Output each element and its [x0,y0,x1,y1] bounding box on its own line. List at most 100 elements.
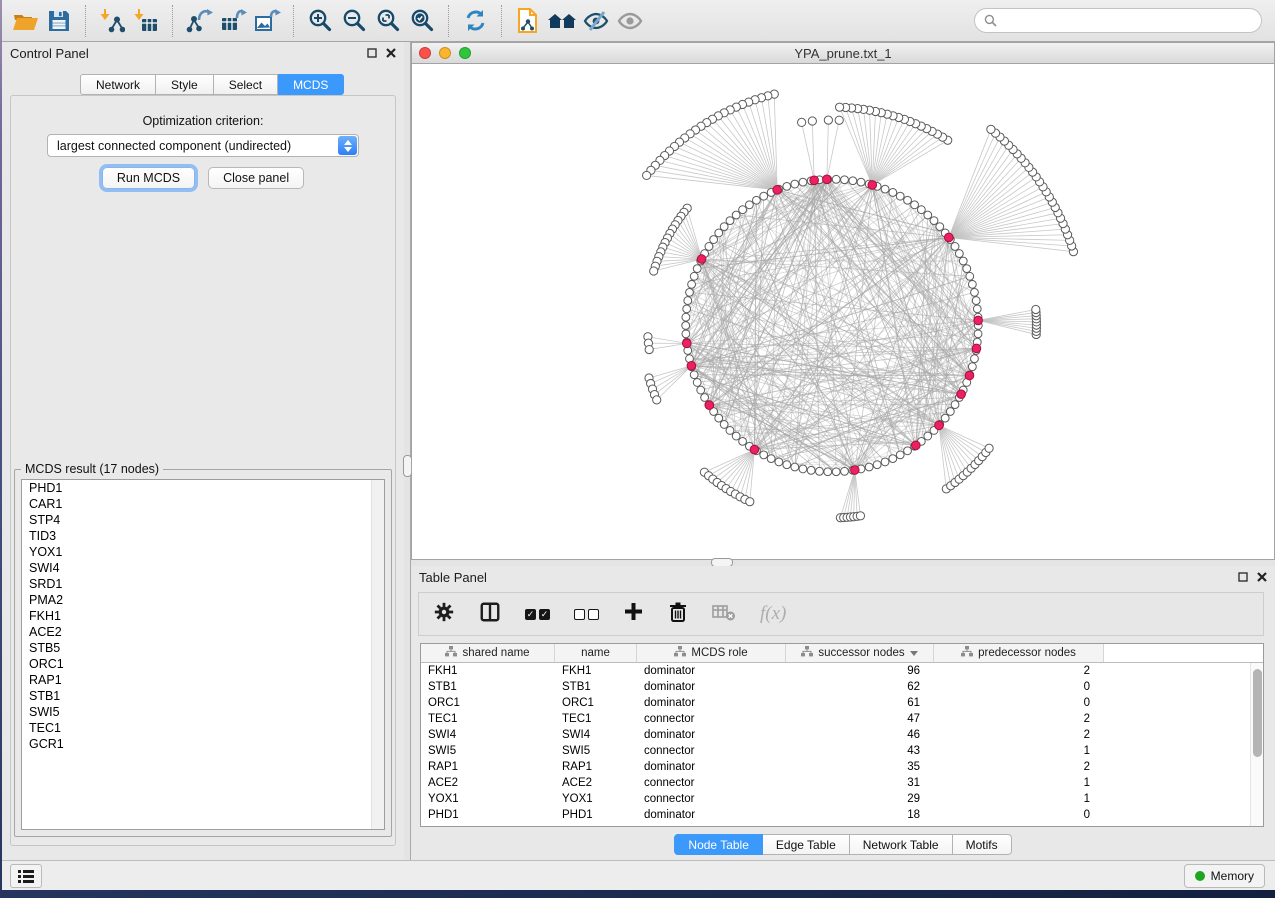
cell-shared-name[interactable]: SWI4 [421,727,555,743]
cell-mcds-role[interactable]: dominator [637,759,786,775]
mcds-result-item[interactable]: PHD1 [22,480,384,496]
cell-predecessor-nodes[interactable]: 1 [934,775,1104,791]
table-row[interactable]: RAP1RAP1dominator352 [421,759,1263,775]
tab-style[interactable]: Style [156,74,214,95]
table-scrollbar-thumb[interactable] [1253,669,1262,757]
export-table-icon[interactable] [216,4,250,38]
mcds-result-item[interactable]: SRD1 [22,576,384,592]
cell-shared-name[interactable]: FKH1 [421,663,555,679]
columns-icon[interactable] [479,601,501,628]
home-networks-icon[interactable] [545,4,579,38]
mcds-result-list[interactable]: PHD1CAR1STP4TID3YOX1SWI4SRD1PMA2FKH1ACE2… [21,479,385,830]
table-row[interactable]: ORC1ORC1dominator610 [421,695,1263,711]
column-header-mcds-role[interactable]: MCDS role [637,644,786,662]
cell-name[interactable]: RAP1 [555,759,637,775]
mcds-result-item[interactable]: ACE2 [22,624,384,640]
gear-icon[interactable] [433,601,455,628]
mcds-result-item[interactable]: GCR1 [22,736,384,752]
cell-shared-name[interactable]: SWI5 [421,743,555,759]
tab-network[interactable]: Network [80,74,156,95]
cell-predecessor-nodes[interactable]: 2 [934,759,1104,775]
mcds-result-item[interactable]: TEC1 [22,720,384,736]
node-table[interactable]: shared namenameMCDS rolesuccessor nodesp… [420,643,1264,827]
cell-name[interactable]: SWI5 [555,743,637,759]
mcds-result-item[interactable]: STB1 [22,688,384,704]
cell-name[interactable]: ORC1 [555,695,637,711]
cell-successor-nodes[interactable]: 47 [786,711,934,727]
cell-predecessor-nodes[interactable]: 1 [934,743,1104,759]
vertical-splitter[interactable] [404,42,411,860]
cell-name[interactable]: SWI4 [555,727,637,743]
column-header-shared-name[interactable]: shared name [421,644,555,662]
table-row[interactable]: PHD1PHD1dominator180 [421,807,1263,823]
cell-predecessor-nodes[interactable]: 2 [934,663,1104,679]
cell-predecessor-nodes[interactable]: 2 [934,711,1104,727]
close-panel-icon[interactable] [386,48,396,58]
cell-predecessor-nodes[interactable]: 0 [934,807,1104,823]
share-document-icon[interactable] [511,4,545,38]
cell-shared-name[interactable]: RAP1 [421,759,555,775]
deselect-all-icon[interactable] [574,609,599,620]
task-history-button[interactable] [10,864,42,888]
cell-predecessor-nodes[interactable]: 2 [934,727,1104,743]
cell-name[interactable]: ACE2 [555,775,637,791]
cell-name[interactable]: STB1 [555,679,637,695]
mcds-result-item[interactable]: ORC1 [22,656,384,672]
cell-shared-name[interactable]: ORC1 [421,695,555,711]
search-input[interactable] [997,14,1252,28]
mcds-result-item[interactable]: SWI4 [22,560,384,576]
mcds-result-item[interactable]: SWI5 [22,704,384,720]
cell-predecessor-nodes[interactable]: 0 [934,695,1104,711]
table-tab-edge-table[interactable]: Edge Table [763,834,850,855]
cell-successor-nodes[interactable]: 43 [786,743,934,759]
mcds-list-scrollbar[interactable] [371,480,384,829]
mcds-result-item[interactable]: CAR1 [22,496,384,512]
cell-successor-nodes[interactable]: 31 [786,775,934,791]
tab-mcds[interactable]: MCDS [278,74,344,95]
hide-selected-eye-icon[interactable] [579,4,613,38]
table-row[interactable]: TEC1TEC1connector472 [421,711,1263,727]
cell-predecessor-nodes[interactable]: 1 [934,791,1104,807]
table-row[interactable]: FKH1FKH1dominator962 [421,663,1263,679]
import-network-icon[interactable] [95,4,129,38]
cell-mcds-role[interactable]: connector [637,743,786,759]
mcds-result-item[interactable]: TID3 [22,528,384,544]
cell-mcds-role[interactable]: dominator [637,695,786,711]
import-table-icon[interactable] [129,4,163,38]
cell-mcds-role[interactable]: connector [637,711,786,727]
table-tab-motifs[interactable]: Motifs [953,834,1012,855]
column-header-name[interactable]: name [555,644,637,662]
column-header-successor-nodes[interactable]: successor nodes [786,644,934,662]
criterion-dropdown[interactable]: largest connected component (undirected) [47,134,359,157]
export-network-icon[interactable] [182,4,216,38]
cell-name[interactable]: TEC1 [555,711,637,727]
cell-predecessor-nodes[interactable]: 0 [934,679,1104,695]
mcds-result-item[interactable]: PMA2 [22,592,384,608]
cell-mcds-role[interactable]: dominator [637,727,786,743]
cell-shared-name[interactable]: YOX1 [421,791,555,807]
cell-shared-name[interactable]: STB1 [421,679,555,695]
memory-button[interactable]: Memory [1184,864,1265,888]
float-panel-icon[interactable] [1238,572,1248,582]
cell-shared-name[interactable]: TEC1 [421,711,555,727]
cell-name[interactable]: PHD1 [555,807,637,823]
mcds-result-item[interactable]: RAP1 [22,672,384,688]
column-header-predecessor-nodes[interactable]: predecessor nodes [934,644,1104,662]
run-mcds-button[interactable]: Run MCDS [102,167,195,189]
table-scrollbar[interactable] [1250,663,1263,826]
cell-mcds-role[interactable]: dominator [637,807,786,823]
zoom-in-icon[interactable] [303,4,337,38]
cell-mcds-role[interactable]: dominator [637,679,786,695]
delete-icon[interactable] [668,601,688,628]
mcds-result-item[interactable]: YOX1 [22,544,384,560]
table-tab-network-table[interactable]: Network Table [850,834,953,855]
table-row[interactable]: ACE2ACE2connector311 [421,775,1263,791]
cell-successor-nodes[interactable]: 61 [786,695,934,711]
close-panel-button[interactable]: Close panel [208,167,304,189]
cell-mcds-role[interactable]: dominator [637,663,786,679]
tab-select[interactable]: Select [214,74,278,95]
zoom-out-icon[interactable] [337,4,371,38]
mcds-result-item[interactable]: STB5 [22,640,384,656]
add-icon[interactable] [623,601,644,627]
mcds-result-item[interactable]: FKH1 [22,608,384,624]
